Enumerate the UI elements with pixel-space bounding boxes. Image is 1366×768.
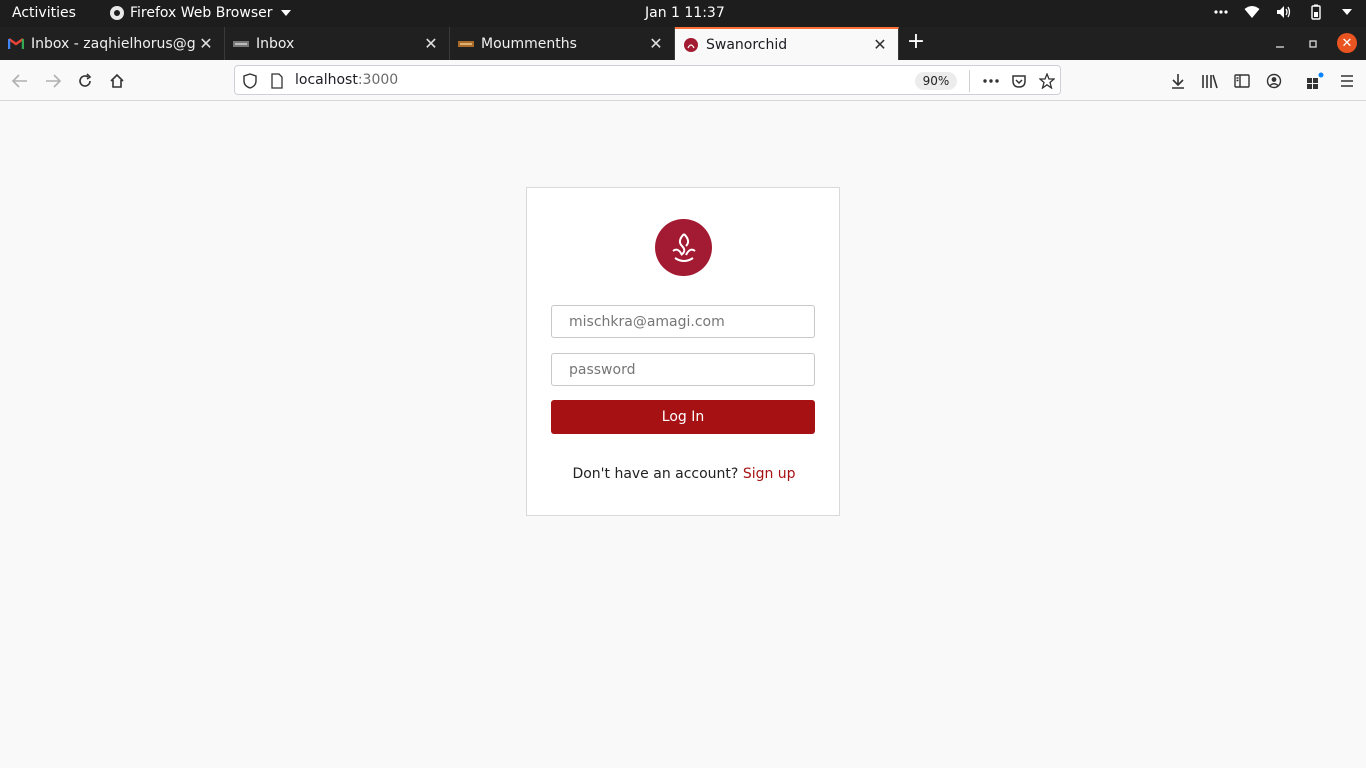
volume-icon[interactable] xyxy=(1276,5,1292,19)
signup-link[interactable]: Sign up xyxy=(743,466,796,482)
system-tray[interactable] xyxy=(1214,4,1352,20)
no-account-text: Don't have an account? xyxy=(572,466,739,482)
app-menu-label: Firefox Web Browser xyxy=(130,5,273,21)
extensions-icon[interactable] xyxy=(1302,68,1328,94)
mail-icon xyxy=(233,36,249,52)
login-button[interactable]: Log In xyxy=(551,400,815,434)
tab-strip: Inbox - zaqhielhorus@gmail.com ✕ Inbox ✕… xyxy=(0,27,1366,60)
battery-icon[interactable] xyxy=(1308,4,1324,20)
signup-prompt: Don't have an account? Sign up xyxy=(527,466,841,482)
hamburger-menu-icon[interactable] xyxy=(1334,68,1360,94)
library-button[interactable] xyxy=(1197,68,1223,94)
tab-gmail-inbox[interactable]: Inbox - zaqhielhorus@gmail.com ✕ xyxy=(0,27,225,60)
firefox-icon xyxy=(110,6,124,20)
tab-title: Moummenths xyxy=(481,35,577,52)
swanorchid-logo xyxy=(655,219,712,276)
tracking-protection-shield-icon[interactable] xyxy=(243,73,257,93)
clock[interactable]: Jan 1 11:37 xyxy=(645,5,725,21)
login-card: Log In Don't have an account? Sign up xyxy=(526,187,840,516)
url-host: localhost xyxy=(295,72,358,88)
sidebar-toggle-button[interactable] xyxy=(1229,68,1255,94)
email-field[interactable] xyxy=(551,305,815,338)
url-port: :3000 xyxy=(357,72,399,88)
swanorchid-icon xyxy=(683,37,699,53)
new-tab-button[interactable]: + xyxy=(905,31,927,53)
tab-title: Inbox - zaqhielhorus@gmail.com xyxy=(31,35,196,52)
more-icon[interactable] xyxy=(1214,10,1228,14)
site-icon xyxy=(458,36,474,52)
tab-title: Inbox xyxy=(256,35,295,52)
close-tab-icon[interactable]: ✕ xyxy=(196,34,216,53)
close-tab-icon[interactable]: ✕ xyxy=(870,35,890,54)
tab-title: Swanorchid xyxy=(706,36,788,53)
system-top-bar: Activities Firefox Web Browser Jan 1 11:… xyxy=(0,0,1366,27)
swanorchid-logo-icon xyxy=(671,232,696,262)
divider xyxy=(969,70,970,92)
downloads-button[interactable] xyxy=(1165,68,1191,94)
navigation-toolbar: localhost:3000 90% xyxy=(0,60,1366,101)
page-info-icon[interactable] xyxy=(271,73,283,93)
close-tab-icon[interactable]: ✕ xyxy=(421,34,441,53)
forward-button[interactable] xyxy=(40,68,66,94)
reload-button[interactable] xyxy=(72,68,98,94)
account-icon[interactable] xyxy=(1261,68,1287,94)
page-actions-icon[interactable] xyxy=(981,71,1001,91)
zoom-level-badge[interactable]: 90% xyxy=(915,72,957,90)
url-text[interactable]: localhost:3000 xyxy=(295,72,398,88)
chevron-down-icon xyxy=(280,10,291,16)
app-menu[interactable]: Firefox Web Browser xyxy=(110,5,291,21)
gmail-icon xyxy=(8,36,24,52)
wifi-icon[interactable] xyxy=(1244,5,1260,19)
system-menu-caret-icon[interactable] xyxy=(1340,9,1352,15)
address-bar[interactable]: localhost:3000 90% xyxy=(234,65,1061,95)
restore-button[interactable] xyxy=(1298,27,1328,60)
back-button[interactable] xyxy=(7,68,33,94)
window-close-button[interactable]: ✕ xyxy=(1337,33,1357,53)
close-tab-icon[interactable]: ✕ xyxy=(646,34,666,53)
activities-button[interactable]: Activities xyxy=(12,5,76,21)
minimize-button[interactable] xyxy=(1265,27,1295,60)
tab-swanorchid[interactable]: Swanorchid ✕ xyxy=(675,27,899,60)
bookmark-star-icon[interactable] xyxy=(1037,71,1057,91)
tab-moummenths[interactable]: Moummenths ✕ xyxy=(450,27,675,60)
pocket-icon[interactable] xyxy=(1009,71,1029,91)
tab-inbox[interactable]: Inbox ✕ xyxy=(225,27,450,60)
password-field[interactable] xyxy=(551,353,815,386)
home-button[interactable] xyxy=(104,68,130,94)
